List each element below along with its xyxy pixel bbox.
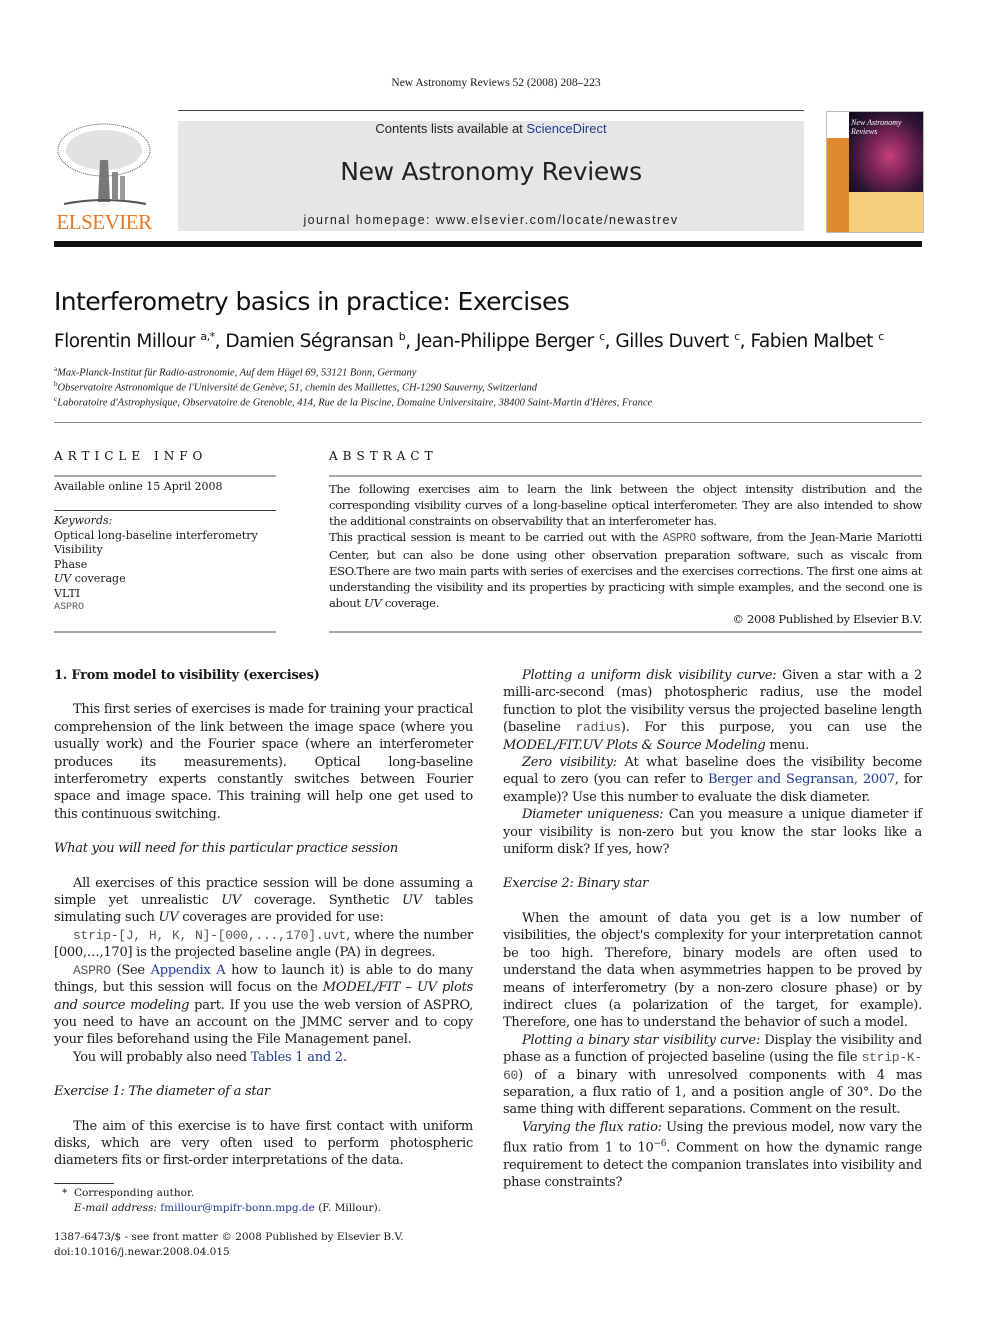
abstract-paragraph: This practical session is meant to be ca… [329, 530, 922, 610]
rule [54, 510, 276, 511]
author: Fabien Malbet c [750, 330, 884, 353]
paragraph: When the amount of data you get is a low… [503, 910, 922, 1031]
rule [54, 475, 276, 477]
cover-logo-box [827, 112, 849, 138]
author: Florentin Millour a,* [54, 330, 215, 353]
masthead-rule [54, 241, 922, 247]
paragraph: Plotting a uniform disk visibility curve… [503, 668, 923, 753]
cover-title: New Astronomy Reviews [851, 118, 902, 136]
affiliation: bObservatoire Astronomique de l'Universi… [54, 380, 538, 394]
author-list: Florentin Millour a,*, Damien Ségransan … [54, 330, 884, 353]
paragraph: ASPRO (See Appendix A how to launch it) … [54, 962, 473, 1048]
keyword: Optical long-baseline interferometry [54, 528, 258, 542]
subsection-heading: Exercise 2: Binary star [503, 876, 649, 892]
paragraph: The aim of this exercise is to have firs… [54, 1118, 473, 1169]
rule [329, 631, 922, 633]
paragraph: strip-[J, H, K, N]-[000,...,170].uvt, wh… [54, 927, 473, 961]
available-online: Available online 15 April 2008 [54, 480, 223, 493]
keyword: Visibility [54, 543, 103, 556]
journal-title: New Astronomy Reviews [340, 157, 642, 186]
abstract-copyright: © 2008 Published by Elsevier B.V. [732, 612, 922, 626]
keyword: VLTI [54, 586, 81, 600]
left-column: 1. From model to visibility (exercises) … [54, 667, 473, 1170]
keyword: ASPRO [54, 602, 85, 613]
running-head: New Astronomy Reviews 52 (2008) 208–223 [391, 77, 601, 89]
footnote: * Corresponding author. E-mail address: … [62, 1187, 381, 1214]
section-rule [54, 422, 922, 423]
abstract-paragraph: The following exercises aim to learn the… [329, 482, 922, 528]
issn-line: 1387-6473/$ - see front matter © 2008 Pu… [54, 1231, 404, 1243]
front-matter: 1387-6473/$ - see front matter © 2008 Pu… [54, 1230, 404, 1259]
abstract-body: The following exercises aim to learn the… [329, 481, 922, 627]
keywords-label: Keywords: [54, 514, 113, 527]
affiliation: cLaboratoire d'Astrophysique, Observatoi… [54, 395, 653, 409]
rule [54, 631, 276, 633]
abstract-heading: ABSTRACT [329, 449, 438, 463]
tree-icon [57, 123, 151, 205]
subsection-heading: What you will need for this particular p… [54, 841, 398, 857]
doi-line[interactable]: doi:10.1016/j.newar.2008.04.015 [54, 1245, 404, 1260]
paragraph: Varying the flux ratio: Using the previo… [503, 1119, 922, 1191]
article-title: Interferometry basics in practice: Exerc… [54, 287, 570, 316]
journal-cover-thumbnail: New Astronomy Reviews [826, 111, 924, 233]
email-link[interactable]: fmillour@mpifr-bonn.mpg.de [160, 1202, 315, 1214]
keyword: Phase [54, 557, 88, 571]
affiliation: aMax-Planck-Institut für Radio-astronomi… [54, 365, 417, 379]
sciencedirect-link[interactable]: ScienceDirect [526, 121, 606, 136]
appendix-a-link[interactable]: Appendix A [151, 963, 226, 978]
article-info-heading: ARTICLE INFO [54, 449, 208, 463]
author: Jean-Philippe Berger c [415, 330, 605, 353]
paragraph: You will probably also need Tables 1 and… [73, 1049, 347, 1065]
paragraph: Zero visibility: At what baseline does t… [503, 755, 922, 805]
footnote-rule [54, 1183, 114, 1184]
author: Gilles Duvert c [615, 330, 740, 353]
paragraph: All exercises of this practice session w… [54, 875, 474, 926]
author: Damien Ségransan b [225, 330, 406, 353]
top-rule [178, 110, 804, 111]
right-column: Plotting a uniform disk visibility curve… [503, 667, 922, 1192]
tables-link[interactable]: Tables 1 and 2 [251, 1050, 343, 1065]
paragraph: Diameter uniqueness: Can you measure a u… [503, 807, 922, 858]
citation-link[interactable]: Berger and Segransan, 2007 [708, 772, 895, 787]
elsevier-wordmark: ELSEVIER [56, 210, 152, 234]
keywords-block: Keywords: Optical long-baseline interfer… [54, 514, 276, 616]
journal-masthead: Contents lists available at ScienceDirec… [178, 121, 804, 231]
paragraph: This first series of exercises is made f… [54, 702, 473, 822]
keyword: UV coverage [54, 572, 126, 585]
section-heading: 1. From model to visibility (exercises) [54, 668, 320, 683]
contents-line: Contents lists available at ScienceDirec… [178, 121, 804, 136]
contents-prefix: Contents lists available at [375, 121, 527, 136]
rule [329, 475, 922, 477]
paragraph: Plotting a binary star visibility curve:… [503, 1032, 922, 1118]
journal-homepage[interactable]: journal homepage: www.elsevier.com/locat… [178, 213, 804, 227]
subsection-heading: Exercise 1: The diameter of a star [54, 1084, 270, 1100]
